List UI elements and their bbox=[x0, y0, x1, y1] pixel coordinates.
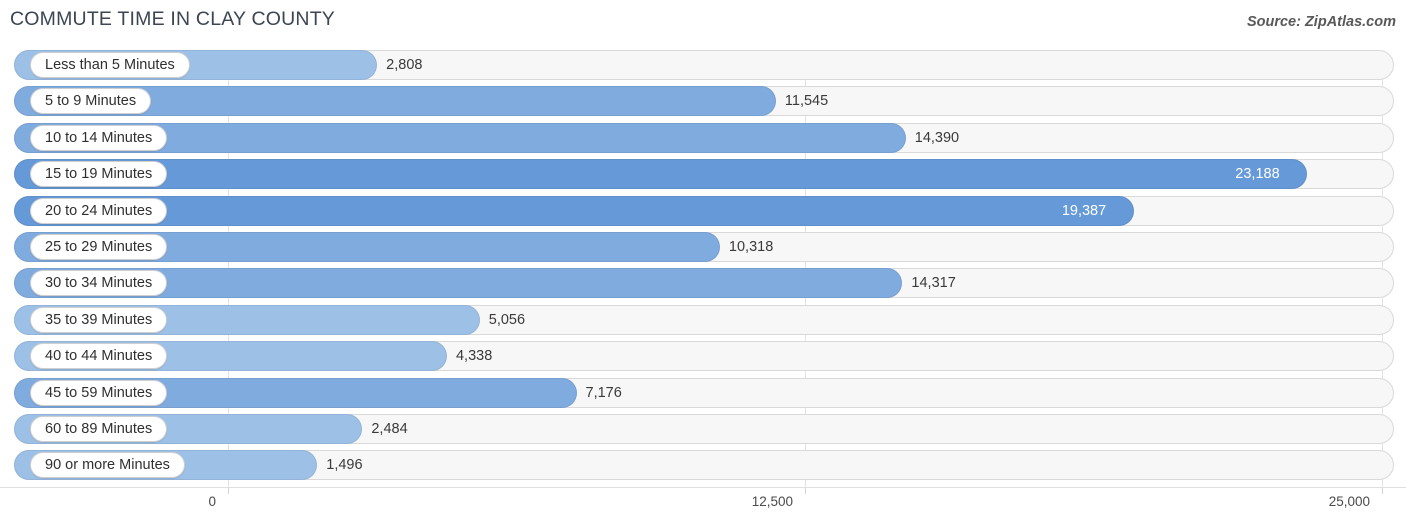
bar-row[interactable]: 35 to 39 Minutes 5,056 bbox=[0, 304, 1406, 335]
bar-row[interactable]: Less than 5 Minutes 2,808 bbox=[0, 50, 1406, 80]
axis-tickmark bbox=[805, 488, 806, 494]
bar-value-label: 2,808 bbox=[386, 57, 423, 73]
bar-row[interactable]: 40 to 44 Minutes 4,338 bbox=[0, 341, 1406, 372]
bar-value-label: 11,545 bbox=[784, 93, 829, 110]
bar-row[interactable]: 15 to 19 Minutes 23,188 bbox=[0, 159, 1406, 190]
x-axis: 0 12,500 25,000 bbox=[0, 487, 1406, 523]
plot-area: Less than 5 Minutes 2,808 5 to 9 Minutes 11… bbox=[0, 50, 1406, 487]
axis-tick-label: 25,000 bbox=[1328, 494, 1370, 509]
bar-category-label: 5 to 9 Minutes bbox=[30, 88, 152, 115]
bar-row[interactable]: 90 or more Minutes 1,496 bbox=[0, 450, 1406, 481]
bar-category-label: 20 to 24 Minutes bbox=[30, 197, 168, 224]
bar-category-label: 10 to 14 Minutes bbox=[30, 124, 168, 151]
bar-row[interactable]: 25 to 29 Minutes 10,318 bbox=[0, 231, 1406, 262]
axis-tickmark bbox=[1382, 488, 1383, 494]
bar-value-label: 1,496 bbox=[326, 457, 363, 474]
bar-category-label: 35 to 39 Minutes bbox=[30, 306, 168, 333]
bar-category-label: Less than 5 Minutes bbox=[30, 52, 190, 78]
bar-value-label: 5,056 bbox=[488, 311, 526, 328]
bar-value-label: 2,484 bbox=[371, 420, 408, 437]
page-title: COMMUTE TIME IN CLAY COUNTY bbox=[10, 8, 336, 30]
source-attribution: Source: ZipAtlas.com bbox=[1246, 14, 1396, 30]
bar-value-label: 14,390 bbox=[914, 129, 960, 146]
bar-category-label: 15 to 19 Minutes bbox=[30, 161, 168, 188]
bar-category-label: 40 to 44 Minutes bbox=[30, 343, 168, 370]
bar-category-label: 90 or more Minutes bbox=[30, 452, 185, 479]
bar-row[interactable]: 10 to 14 Minutes 14,390 bbox=[0, 122, 1406, 153]
bar-fill bbox=[14, 195, 1134, 226]
bar-rows: Less than 5 Minutes 2,808 5 to 9 Minutes 11… bbox=[0, 50, 1406, 487]
bar-row[interactable]: 60 to 89 Minutes 2,484 bbox=[0, 413, 1406, 444]
bar-value-label: 14,317 bbox=[911, 275, 956, 292]
bar-value-label: 19,387 bbox=[1061, 202, 1107, 219]
bar-value-label: 23,188 bbox=[1235, 166, 1280, 183]
bar-category-label: 25 to 29 Minutes bbox=[30, 233, 168, 260]
bar-row[interactable]: 45 to 59 Minutes 7,176 bbox=[0, 377, 1406, 408]
axis-tick-label: 12,500 bbox=[751, 494, 793, 509]
bar-fill bbox=[14, 159, 1308, 190]
bar-value-label: 7,176 bbox=[585, 384, 622, 401]
bar-row[interactable]: 20 to 24 Minutes 19,387 bbox=[0, 195, 1406, 226]
bar-row[interactable]: 30 to 34 Minutes 14,317 bbox=[0, 268, 1406, 299]
bar-category-label: 30 to 34 Minutes bbox=[30, 270, 168, 297]
bar-category-label: 60 to 89 Minutes bbox=[30, 415, 168, 442]
bar-value-label: 10,318 bbox=[728, 238, 774, 255]
bar-value-label: 4,338 bbox=[455, 348, 493, 365]
axis-tickmark bbox=[228, 488, 229, 494]
axis-tick-label: 0 bbox=[208, 494, 216, 509]
bar-category-label: 45 to 59 Minutes bbox=[30, 379, 168, 406]
bar-row[interactable]: 5 to 9 Minutes 11,545 bbox=[0, 86, 1406, 117]
chart-container: COMMUTE TIME IN CLAY COUNTY Source: ZipA… bbox=[0, 0, 1406, 522]
